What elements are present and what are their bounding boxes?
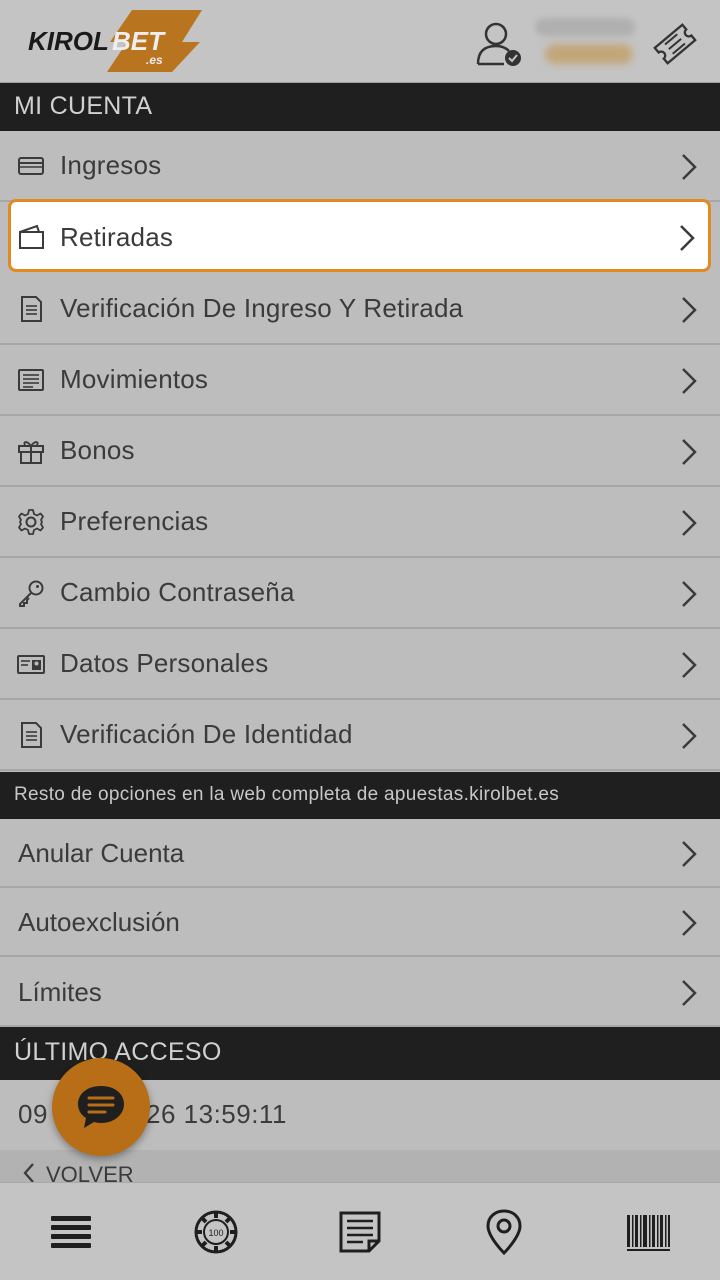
location-icon[interactable] (480, 1209, 528, 1255)
menu-item-preferencias[interactable]: Preferencias (0, 487, 720, 558)
chat-button[interactable] (52, 1058, 150, 1156)
chevron-right-icon (682, 439, 697, 465)
key-icon (19, 580, 44, 607)
gear-icon (18, 509, 44, 535)
chevron-right-icon (682, 510, 697, 536)
menu-item-limites[interactable]: Límites (0, 958, 720, 1027)
menu-item-ingresos[interactable]: Ingresos (0, 131, 720, 202)
section-title: MI CUENTA (14, 92, 153, 120)
last-access-date-left: 09 (18, 1099, 48, 1129)
menu-item-retiradas[interactable]: Retiradas (8, 199, 711, 272)
menu-item-label: Datos Personales (60, 648, 269, 678)
ticket-icon[interactable] (651, 20, 699, 68)
chevron-right-icon (682, 652, 697, 678)
barcode-icon[interactable] (624, 1209, 672, 1255)
menu-icon[interactable] (47, 1209, 95, 1255)
menu-item-label: Autoexclusión (18, 907, 180, 937)
chevron-left-icon (23, 1163, 34, 1182)
username-blurred (535, 18, 635, 36)
menu-item-label: Retiradas (60, 222, 174, 252)
back-label: VOLVER (46, 1162, 134, 1182)
chevron-right-icon (682, 297, 697, 323)
menu-item-label: Preferencias (60, 506, 209, 536)
document-icon (21, 296, 42, 322)
menu-item-label: Bonos (60, 435, 135, 465)
section-note: Resto de opciones en la web completa de … (14, 784, 560, 805)
chat-icon (78, 1086, 124, 1128)
menu-item-movimientos[interactable]: Movimientos (0, 345, 720, 416)
user-verified-icon[interactable] (474, 20, 524, 68)
wallet-icon (19, 224, 44, 249)
menu-item-verificacion-identidad[interactable]: Verificación De Identidad (0, 700, 720, 771)
menu-item-verificacion-ingreso[interactable]: Verificación De Ingreso Y Retirada (0, 274, 720, 345)
menu-item-label: Ingresos (60, 150, 162, 180)
menu-item-datos-personales[interactable]: Datos Personales (0, 629, 720, 700)
chevron-right-icon (682, 154, 697, 180)
balance-blurred (545, 44, 633, 64)
section-mi-cuenta: MI CUENTA (0, 83, 720, 131)
chevron-right-icon (682, 841, 697, 867)
document-icon (21, 722, 42, 748)
menu-item-label: Anular Cuenta (18, 838, 185, 868)
header: KIROL BET .es (0, 0, 720, 83)
menu-item-autoexclusion[interactable]: Autoexclusión (0, 888, 720, 957)
menu-item-bonos[interactable]: Bonos (0, 416, 720, 487)
menu-item-label: Movimientos (60, 364, 209, 394)
chevron-right-icon (682, 980, 697, 1006)
gift-icon (18, 441, 44, 464)
list-icon (18, 369, 44, 391)
section-resto-opciones: Resto de opciones en la web completa de … (0, 772, 720, 819)
menu-item-label: Cambio Contraseña (60, 577, 295, 607)
logo-suffix: .es (146, 53, 163, 67)
chevron-right-icon (682, 368, 697, 394)
menu-item-label: Verificación De Ingreso Y Retirada (60, 293, 464, 323)
logo-text-bet: BET (112, 26, 166, 56)
id-card-icon (17, 655, 45, 674)
bet-slip-icon[interactable] (336, 1209, 384, 1255)
logo-text-kirol: KIROL (28, 26, 109, 56)
chevron-right-icon (682, 723, 697, 749)
chevron-right-icon (682, 910, 697, 936)
bottom-nav: 100 (0, 1182, 720, 1280)
card-icon (18, 157, 44, 175)
menu-item-anular-cuenta[interactable]: Anular Cuenta (0, 819, 720, 888)
chevron-right-icon (682, 581, 697, 607)
menu-item-cambio-contrasena[interactable]: Cambio Contraseña (0, 558, 720, 629)
last-access-date-right: 26 13:59:11 (146, 1099, 287, 1129)
kirolbet-logo[interactable]: KIROL BET .es (22, 6, 212, 76)
chevron-right-icon (680, 225, 695, 251)
svg-text:100: 100 (208, 1228, 223, 1238)
menu-item-label: Verificación De Identidad (60, 719, 353, 749)
casino-chip-icon[interactable]: 100 (192, 1209, 240, 1255)
menu-item-label: Límites (18, 977, 102, 1007)
